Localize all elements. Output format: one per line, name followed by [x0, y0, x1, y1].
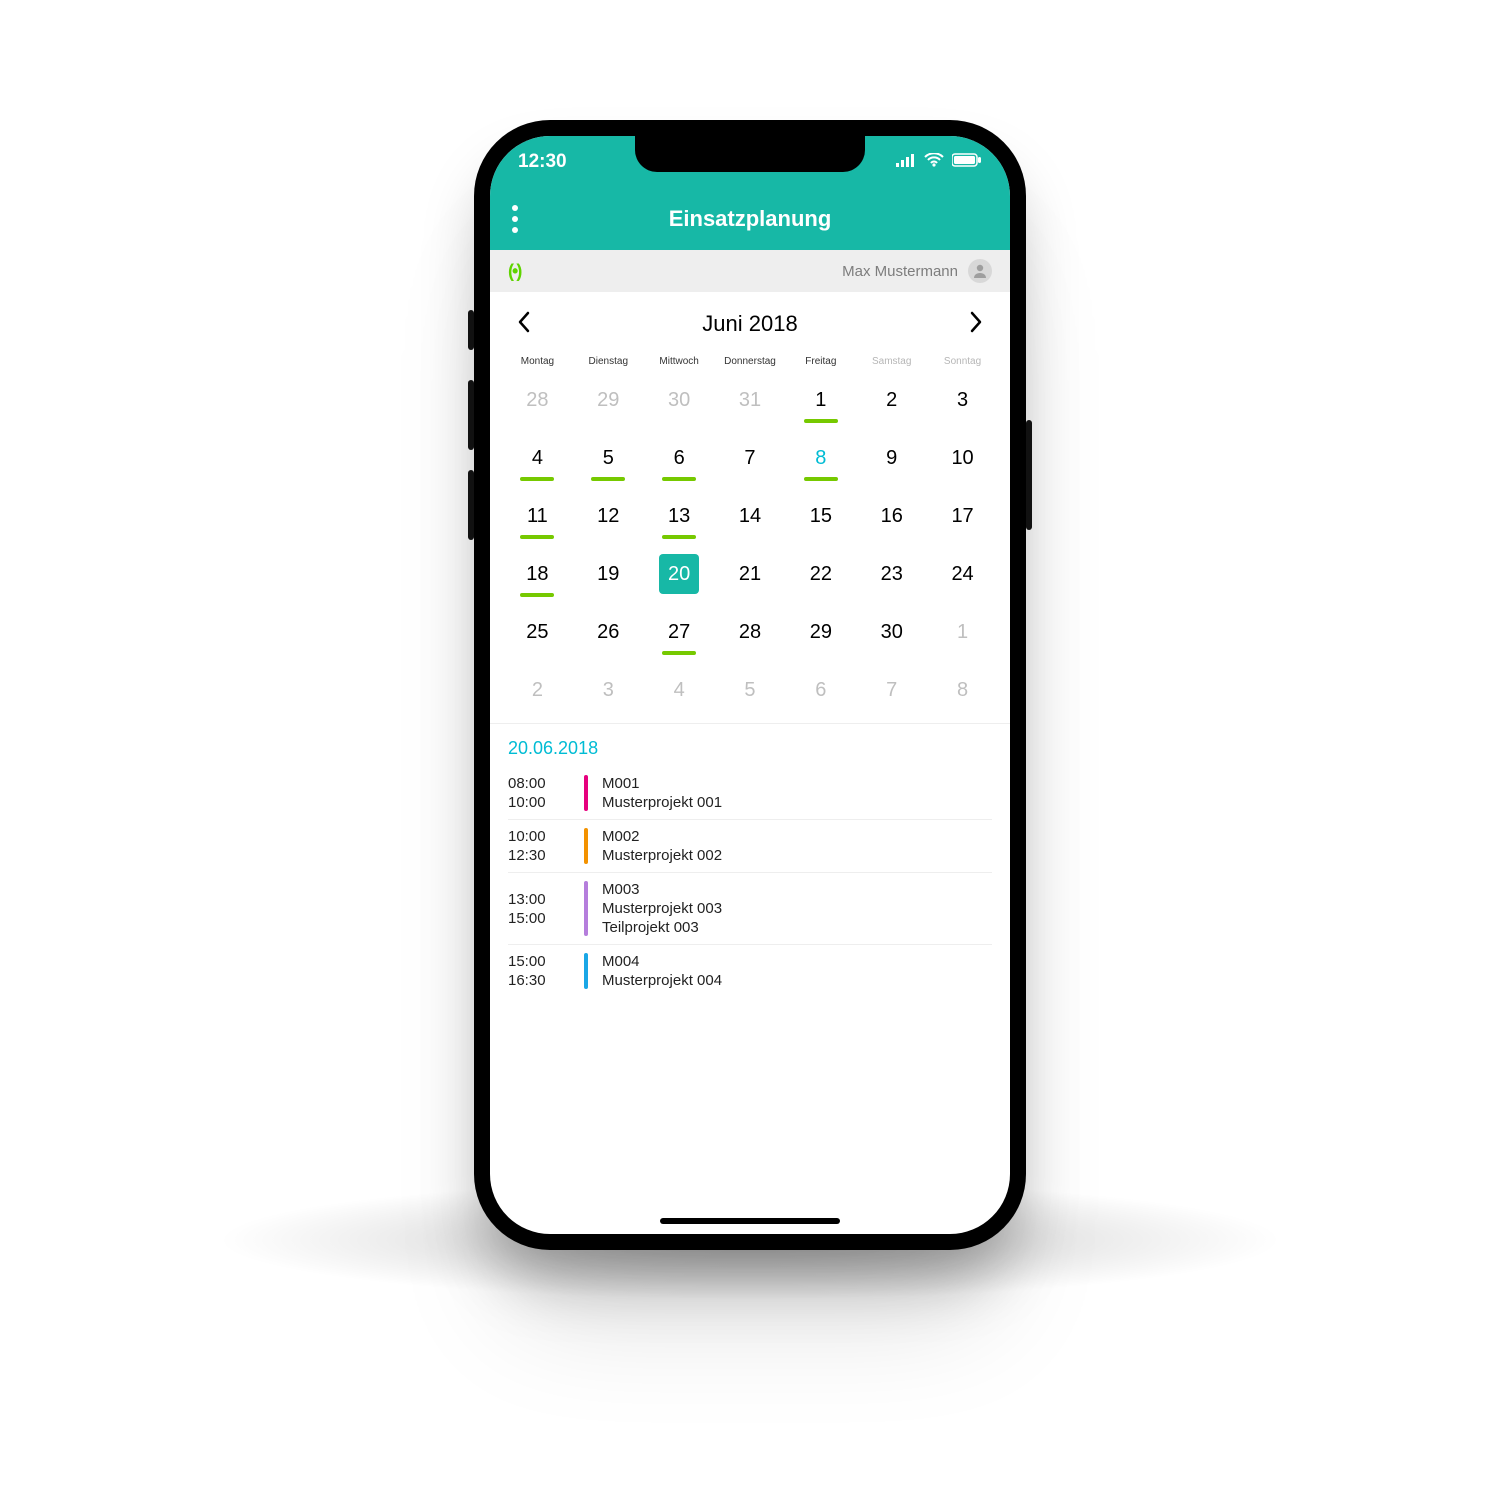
home-indicator[interactable] — [660, 1218, 840, 1224]
user-bar: (•) Max Mustermann — [490, 250, 1010, 292]
weekday-label: Montag — [502, 352, 573, 371]
agenda-body: M002Musterprojekt 002 — [602, 828, 722, 864]
month-label: Juni 2018 — [702, 311, 797, 337]
agenda-body: M001Musterprojekt 001 — [602, 775, 722, 811]
calendar-day[interactable]: 31 — [715, 371, 786, 429]
calendar-day[interactable]: 27 — [644, 603, 715, 661]
calendar-day[interactable]: 29 — [573, 371, 644, 429]
volume-up-button — [468, 380, 474, 450]
calendar: MontagDienstagMittwochDonnerstagFreitagS… — [490, 346, 1010, 719]
battery-icon — [952, 151, 982, 173]
calendar-day[interactable]: 11 — [502, 487, 573, 545]
calendar-day[interactable]: 14 — [715, 487, 786, 545]
calendar-day[interactable]: 29 — [785, 603, 856, 661]
avatar-icon[interactable] — [968, 259, 992, 283]
power-button — [1026, 420, 1032, 530]
broadcast-icon: (•) — [508, 261, 520, 282]
calendar-day[interactable]: 21 — [715, 545, 786, 603]
wifi-icon — [924, 151, 944, 173]
agenda-color-bar — [584, 881, 588, 936]
phone-frame: 12:30 — [474, 120, 1026, 1250]
calendar-day[interactable]: 28 — [715, 603, 786, 661]
calendar-day[interactable]: 12 — [573, 487, 644, 545]
calendar-day[interactable]: 3 — [573, 661, 644, 719]
agenda-time: 15:0016:30 — [508, 953, 570, 989]
user-name: Max Mustermann — [842, 263, 958, 280]
agenda-item[interactable]: 15:0016:30 M004Musterprojekt 004 — [508, 945, 992, 997]
next-month-button[interactable] — [968, 310, 984, 338]
agenda-item[interactable]: 08:0010:00 M001Musterprojekt 001 — [508, 767, 992, 820]
agenda-color-bar — [584, 953, 588, 989]
weekday-label: Samstag — [856, 352, 927, 371]
agenda-item[interactable]: 10:0012:30 M002Musterprojekt 002 — [508, 820, 992, 873]
month-nav: Juni 2018 — [490, 292, 1010, 346]
calendar-day[interactable]: 18 — [502, 545, 573, 603]
agenda-time: 08:0010:00 — [508, 775, 570, 811]
agenda-time: 10:0012:30 — [508, 828, 570, 864]
calendar-day[interactable]: 4 — [644, 661, 715, 719]
calendar-day[interactable]: 26 — [573, 603, 644, 661]
agenda-list: 08:0010:00 M001Musterprojekt 001 10:0012:3… — [508, 767, 992, 997]
calendar-day[interactable]: 15 — [785, 487, 856, 545]
volume-down-button — [468, 470, 474, 540]
calendar-day[interactable]: 17 — [927, 487, 998, 545]
calendar-day[interactable]: 7 — [856, 661, 927, 719]
calendar-day[interactable]: 2 — [856, 371, 927, 429]
weekday-label: Dienstag — [573, 352, 644, 371]
calendar-day[interactable]: 28 — [502, 371, 573, 429]
notch — [635, 136, 865, 172]
weekday-header: MontagDienstagMittwochDonnerstagFreitagS… — [502, 352, 998, 371]
agenda-time: 13:0015:00 — [508, 881, 570, 936]
agenda-color-bar — [584, 775, 588, 811]
calendar-day[interactable]: 9 — [856, 429, 927, 487]
weekday-label: Freitag — [785, 352, 856, 371]
calendar-day[interactable]: 10 — [927, 429, 998, 487]
agenda-date: 20.06.2018 — [508, 738, 992, 759]
weekday-label: Sonntag — [927, 352, 998, 371]
calendar-day[interactable]: 3 — [927, 371, 998, 429]
prev-month-button[interactable] — [516, 310, 532, 338]
calendar-day[interactable]: 6 — [785, 661, 856, 719]
calendar-day[interactable]: 5 — [715, 661, 786, 719]
calendar-day[interactable]: 8 — [785, 429, 856, 487]
weekday-label: Donnerstag — [715, 352, 786, 371]
calendar-day[interactable]: 19 — [573, 545, 644, 603]
agenda-item[interactable]: 13:0015:00 M003Musterprojekt 003Teilproje… — [508, 873, 992, 945]
agenda-color-bar — [584, 828, 588, 864]
weekday-label: Mittwoch — [644, 352, 715, 371]
calendar-day[interactable]: 13 — [644, 487, 715, 545]
calendar-day[interactable]: 4 — [502, 429, 573, 487]
calendar-day[interactable]: 30 — [856, 603, 927, 661]
menu-button[interactable] — [512, 205, 518, 233]
calendar-day[interactable]: 1 — [927, 603, 998, 661]
calendar-day[interactable]: 2 — [502, 661, 573, 719]
calendar-day[interactable]: 20 — [644, 545, 715, 603]
app-bar: Einsatzplanung — [490, 188, 1010, 250]
calendar-day[interactable]: 24 — [927, 545, 998, 603]
agenda-body: M004Musterprojekt 004 — [602, 953, 722, 989]
app-title: Einsatzplanung — [669, 206, 832, 232]
calendar-grid: 2829303112345678910111213141516171819202… — [502, 371, 998, 719]
calendar-day[interactable]: 23 — [856, 545, 927, 603]
calendar-day[interactable]: 22 — [785, 545, 856, 603]
calendar-day[interactable]: 6 — [644, 429, 715, 487]
mute-switch — [468, 310, 474, 350]
calendar-day[interactable]: 1 — [785, 371, 856, 429]
calendar-day[interactable]: 16 — [856, 487, 927, 545]
calendar-day[interactable]: 8 — [927, 661, 998, 719]
status-time: 12:30 — [518, 151, 567, 173]
calendar-day[interactable]: 7 — [715, 429, 786, 487]
calendar-day[interactable]: 30 — [644, 371, 715, 429]
calendar-day[interactable]: 5 — [573, 429, 644, 487]
signal-icon — [896, 151, 916, 173]
agenda: 20.06.2018 08:0010:00 M001Musterprojekt 0… — [490, 723, 1010, 997]
calendar-day[interactable]: 25 — [502, 603, 573, 661]
screen: 12:30 — [490, 136, 1010, 1234]
agenda-body: M003Musterprojekt 003Teilprojekt 003 — [602, 881, 722, 936]
